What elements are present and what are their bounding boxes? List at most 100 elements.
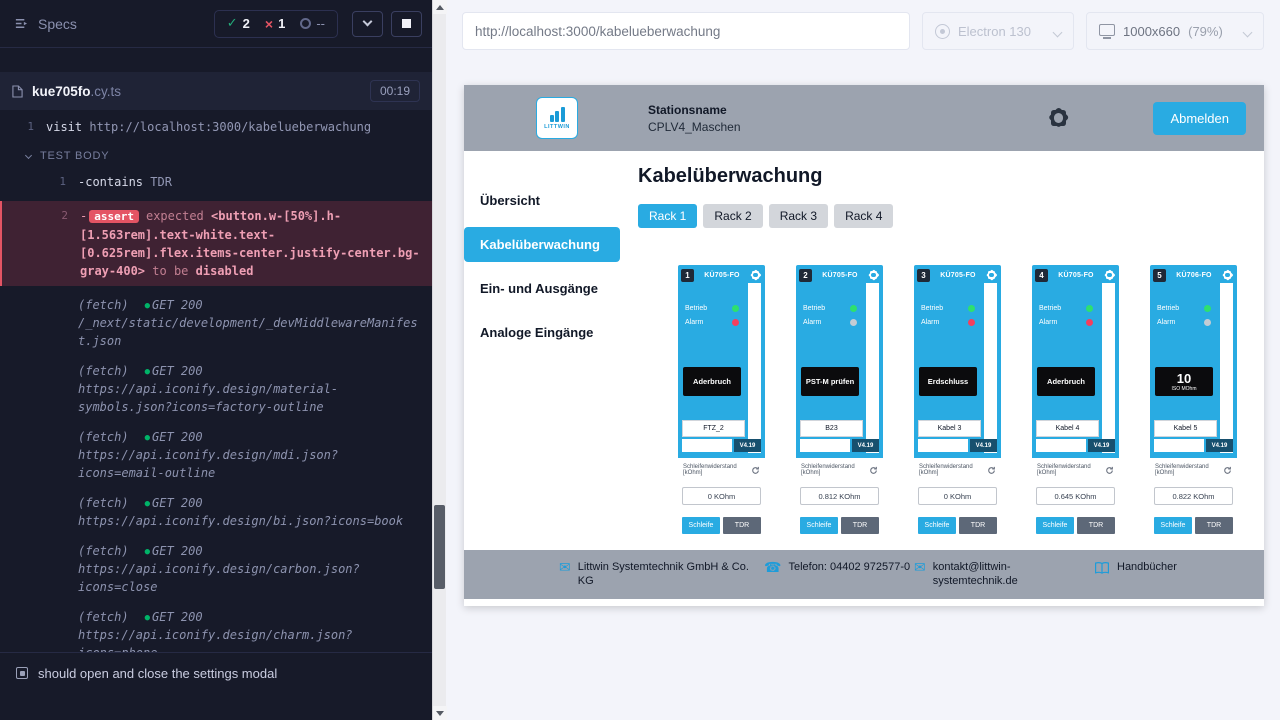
tdr-button[interactable]: TDR	[1195, 517, 1233, 534]
stat-failed: ×1	[265, 16, 285, 32]
device-model: KÜ705-FO	[1050, 272, 1102, 279]
reporter-header: Specs ✓2 ×1 --	[0, 0, 432, 48]
refresh-icon[interactable]	[869, 466, 878, 475]
resistance-value: 0 KOhm	[918, 487, 997, 505]
stop-icon	[402, 19, 411, 28]
status-display: Erdschluss	[919, 367, 977, 396]
device-model: KÜ706-FO	[1168, 272, 1220, 279]
scrollbar-thumb[interactable]	[434, 505, 445, 589]
resistance-value: 0 KOhm	[682, 487, 761, 505]
command-visit[interactable]: 1 visit http://localhost:3000/kabelueber…	[0, 112, 432, 142]
test-body-section[interactable]: TEST BODY	[0, 142, 432, 167]
email-icon: ✉	[559, 561, 571, 575]
app-main: Kabelüberwachung Rack 1 Rack 2 Rack 3 Ra…	[620, 151, 1264, 550]
device-model: KÜ705-FO	[932, 272, 984, 279]
alarm-led	[1204, 319, 1211, 326]
sidebar-item-uebersicht[interactable]: Übersicht	[464, 183, 620, 218]
refresh-icon[interactable]	[987, 466, 996, 475]
schleife-button[interactable]: Schleife	[918, 517, 956, 534]
refresh-icon[interactable]	[1105, 466, 1114, 475]
refresh-icon[interactable]	[1223, 466, 1232, 475]
fetch-log-row[interactable]: (fetch)●GET 200 https://api.iconify.desi…	[0, 602, 432, 653]
app-header: LITTWIN Stationsname CPLV4_Maschen Abmel…	[464, 85, 1264, 151]
device-number-badge: 3	[917, 269, 930, 282]
app-sidebar: Übersicht Kabelüberwachung Ein- und Ausg…	[464, 151, 620, 550]
device-card: 3 KÜ705-FO Betrieb Alarm Erdschluss Kabe…	[914, 265, 1001, 550]
viewport-select[interactable]: 1000x660 (79%)	[1086, 12, 1264, 50]
device-card: 2 KÜ705-FO Betrieb Alarm PST-M prüfen B2…	[796, 265, 883, 550]
device-number-badge: 1	[681, 269, 694, 282]
device-gear-icon[interactable]	[868, 270, 879, 281]
tab-rack-3[interactable]: Rack 3	[769, 204, 828, 228]
aut-area: http://localhost:3000/kabelueberwachung …	[446, 0, 1280, 720]
command-arg: TDR	[150, 175, 172, 189]
tab-rack-4[interactable]: Rack 4	[834, 204, 893, 228]
firmware-version: V4.19	[1088, 439, 1115, 452]
logout-button[interactable]: Abmelden	[1153, 102, 1246, 135]
schleife-button[interactable]: Schleife	[800, 517, 838, 534]
collapse-button[interactable]	[352, 11, 383, 37]
status-ok-dot: ●	[145, 613, 150, 623]
stop-button[interactable]	[391, 11, 422, 37]
command-assert-failed[interactable]: 2 -assertexpected <button.w-[50%].h-[1.5…	[0, 201, 432, 286]
sidebar-item-kabelueberwachung[interactable]: Kabelüberwachung	[464, 227, 620, 262]
schleife-button[interactable]: Schleife	[1154, 517, 1192, 534]
spec-header[interactable]: kue705fo.cy.ts 00:19	[0, 72, 432, 110]
stat-pending: --	[300, 16, 325, 31]
settings-gear-icon[interactable]	[1047, 107, 1069, 129]
fetch-log-row[interactable]: (fetch)●GET 200 https://api.iconify.desi…	[0, 422, 432, 488]
next-test-row[interactable]: should open and close the settings modal	[0, 652, 432, 720]
tdr-button[interactable]: TDR	[841, 517, 879, 534]
sidebar-item-analoge-eingaenge[interactable]: Analoge Eingänge	[464, 315, 620, 350]
cypress-reporter-panel: Specs ✓2 ×1 -- kue705fo.cy.ts 00:19 1 vi…	[0, 0, 432, 720]
command-name: -contains	[78, 175, 143, 189]
browser-select[interactable]: Electron 130	[922, 12, 1074, 50]
fetch-log-row[interactable]: (fetch)●GET 200 https://api.iconify.desi…	[0, 488, 432, 536]
command-arg: http://localhost:3000/kabelueberwachung	[89, 120, 371, 134]
device-number-badge: 5	[1153, 269, 1166, 282]
footer-email[interactable]: ✉ kontakt@littwin-systemtechnik.de	[914, 560, 1094, 589]
betrieb-led	[968, 305, 975, 312]
tdr-button[interactable]: TDR	[959, 517, 997, 534]
fetch-log-row[interactable]: (fetch)●GET 200 https://api.iconify.desi…	[0, 356, 432, 422]
email-icon: ✉	[914, 561, 926, 575]
tab-rack-2[interactable]: Rack 2	[703, 204, 762, 228]
schleife-button[interactable]: Schleife	[682, 517, 720, 534]
url-input[interactable]: http://localhost:3000/kabelueberwachung	[462, 12, 910, 50]
fetch-log-row[interactable]: (fetch)●GET 200 /_next/static/developmen…	[0, 290, 432, 356]
specs-menu[interactable]: Specs	[14, 16, 77, 32]
resistance-label: Schleifenwiderstand [kOhm]	[1037, 464, 1105, 476]
sidebar-item-ein-und-ausgaenge[interactable]: Ein- und Ausgänge	[464, 271, 620, 306]
betrieb-led	[850, 305, 857, 312]
reporter-scrollbar[interactable]	[432, 0, 446, 720]
test-stats: ✓2 ×1 --	[214, 10, 338, 38]
betrieb-led	[1204, 305, 1211, 312]
stat-passed: ✓2	[227, 16, 250, 31]
assert-badge: assert	[89, 210, 139, 223]
specs-menu-icon	[14, 16, 29, 31]
fetch-log-row[interactable]: (fetch)●GET 200 https://api.iconify.desi…	[0, 536, 432, 602]
command-contains[interactable]: 1 -contains TDR	[0, 167, 432, 197]
footer-phone[interactable]: ☎ Telefon: 04402 972577-0	[764, 560, 914, 575]
scroll-down-arrow[interactable]	[433, 706, 447, 720]
device-gear-icon[interactable]	[750, 270, 761, 281]
app-footer: ✉ Littwin Systemtechnik GmbH & Co. KG ☎ …	[464, 550, 1264, 599]
tdr-button[interactable]: TDR	[723, 517, 761, 534]
spec-name: kue705fo.cy.ts	[32, 84, 121, 99]
refresh-icon[interactable]	[751, 466, 760, 475]
book-icon	[1094, 561, 1110, 575]
tdr-button[interactable]: TDR	[1077, 517, 1115, 534]
scroll-up-arrow[interactable]	[433, 0, 447, 14]
status-ok-dot: ●	[145, 499, 150, 509]
device-gear-icon[interactable]	[1104, 270, 1115, 281]
footer-manuals[interactable]: Handbücher	[1094, 560, 1177, 575]
tab-rack-1[interactable]: Rack 1	[638, 204, 697, 228]
device-gear-icon[interactable]	[986, 270, 997, 281]
status-display: Aderbruch	[683, 367, 741, 396]
firmware-version: V4.19	[734, 439, 761, 452]
status-display: PST-M prüfen	[801, 367, 859, 396]
station-info: Stationsname CPLV4_Maschen	[648, 103, 741, 134]
device-gear-icon[interactable]	[1222, 270, 1233, 281]
specs-label: Specs	[38, 16, 77, 32]
schleife-button[interactable]: Schleife	[1036, 517, 1074, 534]
